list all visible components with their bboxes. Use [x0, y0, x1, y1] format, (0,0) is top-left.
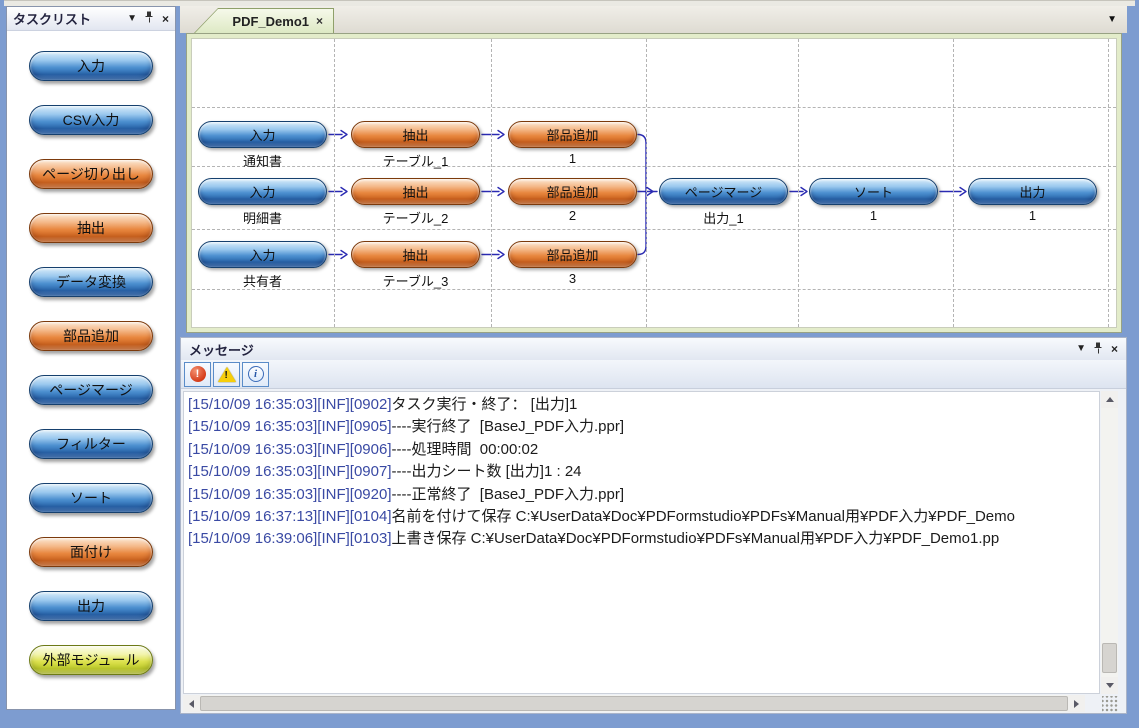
tasklist-header: タスクリスト ▼ × [7, 7, 175, 31]
log-line: [15/10/09 16:35:03][INF][0906]----処理時間 0… [188, 439, 1095, 461]
canvas-gridline [334, 39, 335, 327]
task-button-12[interactable]: 外部モジュール [29, 645, 153, 675]
task-button-6[interactable]: 部品追加 [29, 321, 153, 351]
close-icon[interactable]: × [162, 14, 169, 24]
scroll-up-button[interactable] [1101, 391, 1118, 408]
workflow-node-7[interactable]: ページマージ [659, 178, 788, 205]
resize-grip[interactable] [1102, 696, 1118, 712]
tab-close-icon[interactable]: × [316, 14, 323, 28]
tab-label: PDF_Demo1 [232, 14, 309, 29]
tasklist-panel: タスクリスト ▼ × 入力 CSV入力ページ切り出し抽出データ変換部品追加ページマ… [6, 6, 176, 710]
tasklist-title: タスクリスト [13, 9, 91, 28]
scroll-down-button[interactable] [1101, 677, 1118, 694]
workflow-node-9[interactable]: 出力 [968, 178, 1097, 205]
error-icon: ! [190, 366, 206, 382]
chevron-down-icon[interactable]: ▼ [1076, 344, 1086, 354]
workflow-node-4[interactable]: 入力 [198, 178, 327, 205]
workflow-node-label: テーブル_3 [351, 271, 480, 290]
message-panel: メッセージ ▼ × ! ! i [15/10/09 16:35:03][INF]… [180, 337, 1127, 714]
workflow-node-10[interactable]: 入力 [198, 241, 327, 268]
workflow-node-3[interactable]: 部品追加 [508, 121, 637, 148]
task-button-7[interactable]: ページマージ [29, 375, 153, 405]
log-line: [15/10/09 16:37:13][INF][0104]名前を付けて保存 C… [188, 506, 1095, 528]
canvas-gridline [1108, 39, 1109, 327]
document-tabbar: PDF_Demo1 × ▼ [180, 6, 1127, 33]
warning-icon: ! [218, 367, 236, 382]
message-title: メッセージ [189, 340, 254, 359]
workflow-node-label: 2 [508, 208, 637, 223]
close-icon[interactable]: × [1111, 344, 1118, 354]
message-filter-toolbar: ! ! i [181, 360, 1126, 389]
task-button-4[interactable]: 抽出 [29, 213, 153, 243]
canvas-gridline [953, 39, 954, 327]
workflow-node-5[interactable]: 抽出 [351, 178, 480, 205]
message-log[interactable]: [15/10/09 16:35:03][INF][0902]タスク実行・終了： … [183, 391, 1100, 694]
task-button-2[interactable]: CSV入力 [29, 105, 153, 135]
workflow-node-label: 明細書 [198, 208, 327, 227]
tab-overflow-icon[interactable]: ▼ [1107, 14, 1117, 25]
task-button-3[interactable]: ページ切り出し [29, 159, 153, 189]
task-button-9[interactable]: ソート [29, 483, 153, 513]
workflow-node-12[interactable]: 部品追加 [508, 241, 637, 268]
log-line: [15/10/09 16:35:03][INF][0907]----出力シート数… [188, 461, 1095, 483]
workflow-node-label: 1 [968, 208, 1097, 223]
log-line: [15/10/09 16:35:03][INF][0902]タスク実行・終了： … [188, 394, 1095, 416]
task-button-1[interactable]: 入力 [29, 51, 153, 81]
canvas-gridline [192, 107, 1116, 108]
log-line: [15/10/09 16:35:03][INF][0905]----実行終了 [… [188, 416, 1095, 438]
canvas-gridline [798, 39, 799, 327]
app-window: タスクリスト ▼ × 入力CSV入力ページ切り出し抽出データ変換部品追加ページマ… [0, 0, 1139, 728]
workflow-node-6[interactable]: 部品追加 [508, 178, 637, 205]
message-header: メッセージ ▼ × [181, 338, 1126, 360]
pin-icon[interactable] [1094, 342, 1103, 357]
info-filter-button[interactable]: i [242, 362, 269, 387]
workflow-node-label: 1 [508, 151, 637, 166]
workflow-node-label: テーブル_1 [351, 151, 480, 170]
workflow-node-label: 出力_1 [659, 208, 788, 227]
log-line: [15/10/09 16:39:06][INF][0103]上書き保存 C:¥U… [188, 528, 1095, 550]
tab-pdf-demo1[interactable]: PDF_Demo1 × [194, 8, 334, 33]
tasklist-buttons: 入力 CSV入力ページ切り出し抽出データ変換部品追加ページマージフィルターソート面… [7, 32, 175, 699]
workflow-node-8[interactable]: ソート [809, 178, 938, 205]
canvas-gridline [491, 39, 492, 327]
workflow-node-label: 1 [809, 208, 938, 223]
canvas-gridline [646, 39, 647, 327]
scroll-right-button[interactable] [1068, 695, 1085, 712]
error-filter-button[interactable]: ! [184, 362, 211, 387]
scroll-left-button[interactable] [183, 695, 200, 712]
workflow-node-label: 共有者 [198, 271, 327, 290]
vertical-scroll-thumb[interactable] [1102, 643, 1117, 673]
workflow-node-label: 3 [508, 271, 637, 286]
workflow-canvas[interactable]: 入力通知書抽出テーブル_1部品追加1入力明細書抽出テーブル_2部品追加2ページマ… [191, 38, 1117, 328]
task-button-5[interactable]: データ変換 [29, 267, 153, 297]
workflow-node-2[interactable]: 抽出 [351, 121, 480, 148]
workflow-node-label: 通知書 [198, 151, 327, 170]
workflow-node-label: テーブル_2 [351, 208, 480, 227]
log-line: [15/10/09 16:35:03][INF][0920]----正常終了 [… [188, 484, 1095, 506]
canvas-gridline [192, 289, 1116, 290]
horizontal-scroll-thumb[interactable] [200, 696, 1068, 711]
info-icon: i [248, 366, 264, 382]
task-button-11[interactable]: 出力 [29, 591, 153, 621]
pin-icon[interactable] [145, 11, 154, 26]
task-button-10[interactable]: 面付け [29, 537, 153, 567]
log-horizontal-scrollbar[interactable] [183, 695, 1085, 712]
task-button-8[interactable]: フィルター [29, 429, 153, 459]
workflow-node-11[interactable]: 抽出 [351, 241, 480, 268]
chevron-down-icon[interactable]: ▼ [127, 14, 137, 24]
canvas-gridline [192, 166, 1116, 167]
workflow-canvas-frame: 入力通知書抽出テーブル_1部品追加1入力明細書抽出テーブル_2部品追加2ページマ… [186, 33, 1122, 333]
log-vertical-scrollbar[interactable] [1101, 391, 1118, 694]
workflow-node-1[interactable]: 入力 [198, 121, 327, 148]
canvas-gridline [192, 229, 1116, 230]
warning-filter-button[interactable]: ! [213, 362, 240, 387]
